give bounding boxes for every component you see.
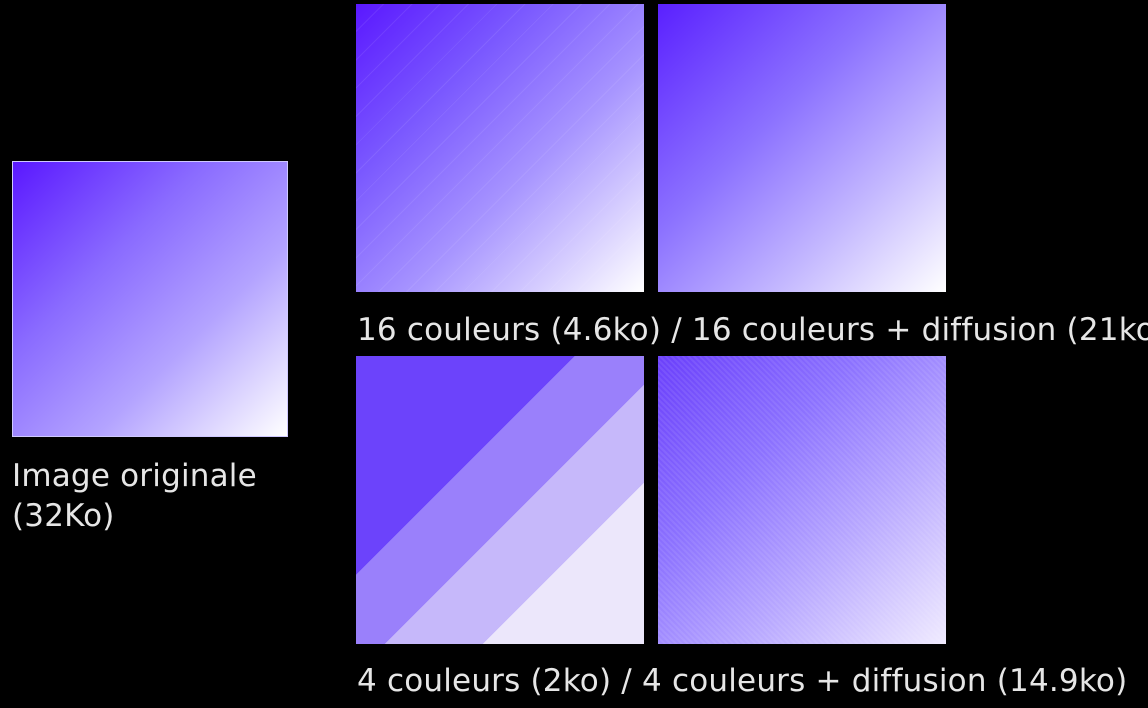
caption-4-colors: 4 couleurs (2ko) / 4 couleurs + diffusio… <box>357 663 1128 699</box>
image-16-colors-diffusion <box>658 4 946 292</box>
image-16-colors <box>356 4 644 292</box>
image-4-colors-diffusion <box>658 356 946 644</box>
image-4-colors <box>356 356 644 644</box>
original-gradient-image <box>12 161 288 437</box>
original-caption-line1: Image originale <box>12 458 257 494</box>
original-image-caption: Image originale (32Ko) <box>12 456 257 536</box>
caption-16-colors: 16 couleurs (4.6ko) / 16 couleurs + diff… <box>357 312 1148 348</box>
original-caption-line2: (32Ko) <box>12 498 115 534</box>
